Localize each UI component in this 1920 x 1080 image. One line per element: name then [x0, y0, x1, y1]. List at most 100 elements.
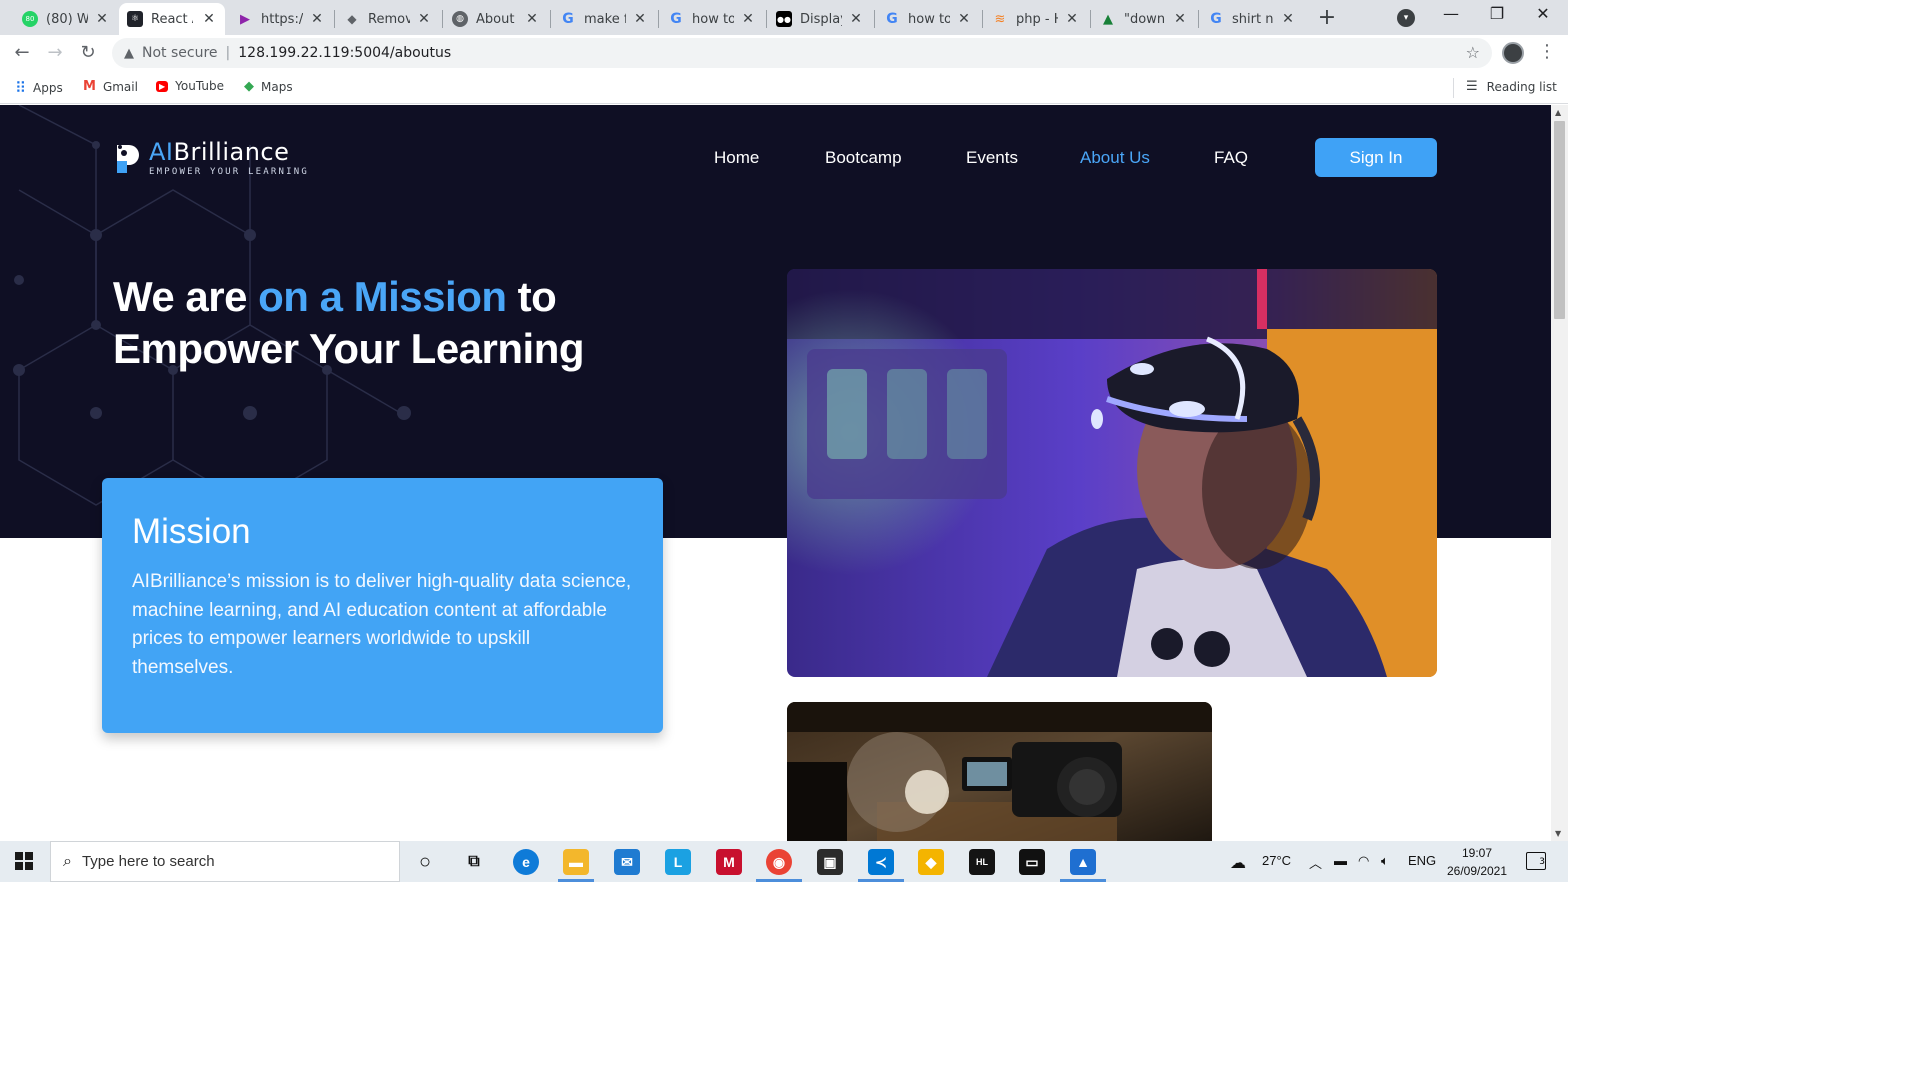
edge-icon[interactable]: e — [513, 849, 539, 875]
page-viewport: AIBrilliance EMPOWER YOUR LEARNING Home … — [0, 105, 1551, 841]
browser-tab[interactable]: ◆ Remove ✕ — [336, 3, 440, 35]
restore-icon[interactable]: ❐ — [1474, 4, 1520, 23]
tab-title: "downl — [1124, 11, 1166, 27]
browser-tab[interactable]: G how to ✕ — [876, 3, 980, 35]
hilook-app-icon[interactable]: HL — [969, 849, 995, 875]
forward-icon[interactable]: → — [44, 42, 66, 63]
close-tab-icon[interactable]: ✕ — [416, 11, 432, 27]
mission-title: Mission — [132, 512, 251, 551]
close-tab-icon[interactable]: ✕ — [94, 11, 110, 27]
browser-tab[interactable]: G shirt na ✕ — [1200, 3, 1304, 35]
chrome-icon[interactable]: ◉ — [766, 849, 792, 875]
tab-title: About F — [476, 11, 518, 27]
vscode-icon[interactable]: ≺ — [868, 849, 894, 875]
terminal-icon[interactable]: ▭ — [1019, 849, 1045, 875]
close-window-icon[interactable]: ✕ — [1520, 4, 1566, 23]
browser-tab[interactable]: G make fu ✕ — [552, 3, 656, 35]
photos-icon[interactable]: ▲ — [1070, 849, 1096, 875]
address-bar[interactable]: ▲ Not secure | 128.199.22.119:5004/about… — [112, 38, 1492, 68]
reading-list-button[interactable]: ☰ Reading list — [1466, 79, 1557, 94]
sign-in-button[interactable]: Sign In — [1315, 138, 1437, 177]
windows-start-icon[interactable] — [15, 852, 33, 870]
bookmarks-bar: ⠿ Apps M Gmail ▶ YouTube ◆ Maps ☰ Readin… — [0, 71, 1568, 104]
reload-icon[interactable]: ↻ — [77, 42, 99, 63]
language-indicator[interactable]: ENG — [1408, 853, 1436, 868]
browser-tab[interactable]: ▶ https:// ✕ — [229, 3, 333, 35]
mail-icon[interactable]: ✉ — [614, 849, 640, 875]
nav-home[interactable]: Home — [714, 148, 759, 168]
browser-tab[interactable]: ≋ php - H ✕ — [984, 3, 1088, 35]
minimize-icon[interactable]: — — [1428, 4, 1474, 23]
page-scrollbar[interactable]: ▲ ▼ — [1551, 105, 1568, 841]
close-tab-icon[interactable]: ✕ — [740, 11, 756, 27]
scroll-up-arrow-icon[interactable]: ▲ — [1555, 108, 1561, 117]
file-explorer-icon[interactable]: ▬ — [563, 849, 589, 875]
task-view-icon[interactable]: ⧉ — [461, 849, 487, 875]
l-app-icon[interactable]: L — [665, 849, 691, 875]
browser-toolbar: ← → ↻ ▲ Not secure | 128.199.22.119:5004… — [0, 35, 1568, 71]
logo-wordmark: AIBrilliance — [149, 138, 289, 166]
nav-faq[interactable]: FAQ — [1214, 148, 1248, 168]
image-search-icon: ▲ — [1103, 11, 1113, 27]
stackoverflow-icon: ≋ — [994, 11, 1006, 27]
browser-tab-strip: 80 (80) Wh ✕ ⚛ React A ✕ ▶ https:// ✕ ◆ … — [0, 0, 1568, 35]
wifi-icon[interactable]: ◠ — [1358, 853, 1369, 869]
bookmark-youtube[interactable]: ▶ YouTube — [156, 79, 224, 93]
notification-center-icon[interactable]: 3 — [1526, 852, 1546, 870]
weather-temperature[interactable]: 27°C — [1262, 853, 1291, 868]
security-label[interactable]: Not secure — [142, 45, 218, 61]
mission-card: Mission AIBrilliance’s mission is to del… — [102, 478, 663, 733]
bookmark-apps[interactable]: ⠿ Apps — [15, 79, 63, 97]
nav-bootcamp[interactable]: Bootcamp — [825, 148, 902, 168]
clock-date: 26/09/2021 — [1446, 864, 1508, 878]
tab-search-icon[interactable]: ▾ — [1397, 9, 1415, 27]
close-tab-icon[interactable]: ✕ — [956, 11, 972, 27]
tab-title: php - H — [1016, 11, 1058, 27]
url-text[interactable]: 128.199.22.119:5004/aboutus — [238, 45, 451, 61]
close-tab-icon[interactable]: ✕ — [848, 11, 864, 27]
taskbar-search-box[interactable]: ⌕ Type here to search — [50, 841, 400, 882]
battery-icon[interactable]: ▬ — [1334, 853, 1347, 868]
browser-tab[interactable]: ◍ About F ✕ — [444, 3, 548, 35]
system-clock[interactable]: 19:07 26/09/2021 — [1444, 844, 1510, 880]
weather-icon[interactable]: ☁ — [1230, 853, 1246, 873]
clock-time: 19:07 — [1461, 846, 1493, 860]
logo-brand: Brilliance — [173, 138, 290, 166]
scrollbar-thumb[interactable] — [1554, 121, 1565, 319]
close-tab-icon[interactable]: ✕ — [524, 11, 540, 27]
browser-tab[interactable]: 80 (80) Wh ✕ — [14, 3, 118, 35]
close-tab-icon[interactable]: ✕ — [201, 11, 217, 27]
globe-icon: ◍ — [452, 11, 468, 27]
new-tab-button[interactable]: + — [1316, 5, 1338, 30]
mcafee-icon[interactable]: M — [716, 849, 742, 875]
browser-tab[interactable]: ▲ "downl ✕ — [1092, 3, 1196, 35]
close-tab-icon[interactable]: ✕ — [1280, 11, 1296, 27]
tab-title: (80) Wh — [46, 11, 88, 27]
graduation-cap-icon: ◆ — [347, 12, 357, 26]
browser-tab-active[interactable]: ⚛ React A ✕ — [119, 3, 225, 35]
back-icon[interactable]: ← — [11, 42, 33, 63]
reading-list-icon: ☰ — [1466, 79, 1478, 94]
close-tab-icon[interactable]: ✕ — [1172, 11, 1188, 27]
menu-kebab-icon[interactable]: ⋮ — [1538, 41, 1556, 62]
bookmark-star-icon[interactable]: ☆ — [1466, 43, 1480, 62]
close-tab-icon[interactable]: ✕ — [309, 11, 325, 27]
bookmark-gmail[interactable]: M Gmail — [83, 79, 138, 94]
profile-avatar[interactable] — [1502, 42, 1524, 64]
cortana-icon[interactable]: ○ — [412, 849, 438, 875]
bookmark-maps[interactable]: ◆ Maps — [244, 79, 293, 94]
browser-tab[interactable]: G how to ✕ — [660, 3, 764, 35]
scroll-down-arrow-icon[interactable]: ▼ — [1555, 829, 1561, 838]
close-tab-icon[interactable]: ✕ — [632, 11, 648, 27]
close-tab-icon[interactable]: ✕ — [1064, 11, 1080, 27]
warning-icon[interactable]: ▲ — [124, 46, 134, 61]
store-icon[interactable]: ▣ — [817, 849, 843, 875]
browser-tab[interactable]: ●● Display ✕ — [768, 3, 872, 35]
nav-events[interactable]: Events — [966, 148, 1018, 168]
mission-text: AIBrilliance’s mission is to deliver hig… — [132, 571, 632, 678]
show-hidden-icons-icon[interactable]: ︿ — [1309, 853, 1322, 872]
figma-like-app-icon[interactable]: ◆ — [918, 849, 944, 875]
nav-about-us[interactable]: About Us — [1080, 148, 1150, 168]
volume-icon[interactable]: 🔈︎ — [1381, 853, 1389, 869]
google-icon: G — [562, 11, 574, 27]
